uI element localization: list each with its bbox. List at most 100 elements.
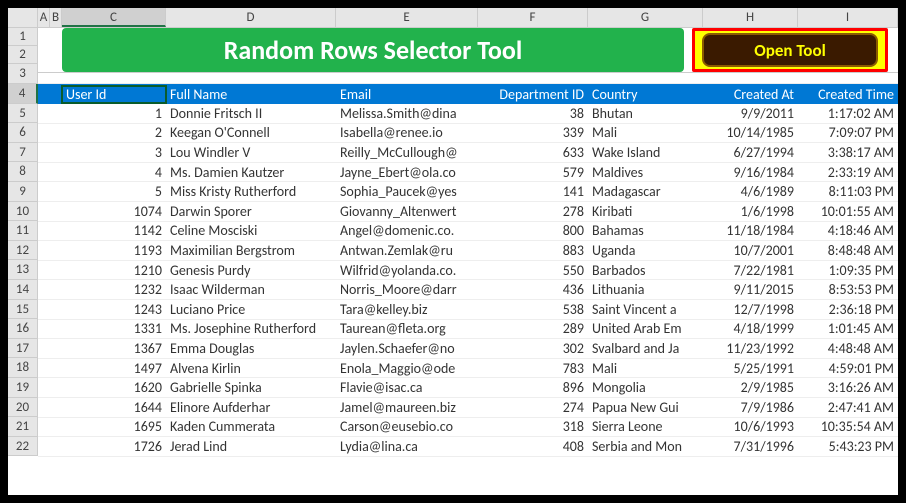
row-header-13[interactable]: 13 (8, 260, 38, 280)
cell-dept[interactable]: 289 (478, 320, 588, 337)
cell-created-time[interactable]: 8:11:03 PM (798, 183, 898, 200)
cell-dept[interactable]: 579 (478, 164, 588, 181)
table-row[interactable]: 2Keegan O'ConnellIsabella@renee.io339Mal… (38, 124, 898, 144)
cell-user-id[interactable]: 1142 (62, 222, 166, 239)
cell-full-name[interactable]: Alvena Kirlin (166, 360, 336, 377)
cell-created-at[interactable]: 2/9/1985 (703, 379, 798, 396)
cell-created-at[interactable]: 10/14/1985 (703, 124, 798, 141)
row-header-15[interactable]: 15 (8, 300, 38, 320)
cell-created-time[interactable]: 8:53:53 PM (798, 281, 898, 298)
col-header-I[interactable]: I (798, 8, 898, 27)
cell-country[interactable]: Lithuania (588, 281, 703, 298)
cell-created-at[interactable]: 4/18/1999 (703, 320, 798, 337)
cell-full-name[interactable]: Ms. Josephine Rutherford (166, 320, 336, 337)
cell-created-time[interactable]: 5:43:23 PM (798, 438, 898, 455)
cell-email[interactable]: Tara@kelley.biz (336, 301, 478, 318)
table-row[interactable]: 4Ms. Damien KautzerJayne_Ebert@ola.co579… (38, 163, 898, 183)
cell-created-at[interactable]: 7/31/1996 (703, 438, 798, 455)
cell-user-id[interactable]: 1331 (62, 320, 166, 337)
cell-full-name[interactable]: Maximilian Bergstrom (166, 242, 336, 259)
cell-country[interactable]: Mali (588, 124, 703, 141)
cell-email[interactable]: Flavie@isac.ca (336, 379, 478, 396)
cell-user-id[interactable]: 1367 (62, 340, 166, 357)
cell-full-name[interactable]: Gabrielle Spinka (166, 379, 336, 396)
table-row[interactable]: 3Lou Windler VReilly_McCullough@633Wake … (38, 143, 898, 163)
cell-email[interactable]: Melissa.Smith@dina (336, 105, 478, 122)
table-row[interactable]: 1142Celine MosciskiAngel@domenic.co.800B… (38, 222, 898, 242)
cell-country[interactable]: Mongolia (588, 379, 703, 396)
cell-created-time[interactable]: 3:38:17 AM (798, 144, 898, 161)
col-header-B[interactable]: B (50, 8, 62, 27)
cell-email[interactable]: Angel@domenic.co. (336, 222, 478, 239)
cell-country[interactable]: Kiribati (588, 203, 703, 220)
cell-country[interactable]: United Arab Em (588, 320, 703, 337)
cell-dept[interactable]: 800 (478, 222, 588, 239)
cell-user-id[interactable]: 1193 (62, 242, 166, 259)
cell-email[interactable]: Carson@eusebio.co (336, 418, 478, 435)
cell-full-name[interactable]: Lou Windler V (166, 144, 336, 161)
header-dept[interactable]: Department ID (478, 86, 588, 103)
cell-user-id[interactable]: 1 (62, 105, 166, 122)
cell-email[interactable]: Enola_Maggio@ode (336, 360, 478, 377)
cell-full-name[interactable]: Emma Douglas (166, 340, 336, 357)
cell-dept[interactable]: 633 (478, 144, 588, 161)
cell-dept[interactable]: 302 (478, 340, 588, 357)
cell-dept[interactable]: 318 (478, 418, 588, 435)
cell-country[interactable]: Mali (588, 360, 703, 377)
cell-dept[interactable]: 783 (478, 360, 588, 377)
cell-created-at[interactable]: 5/25/1991 (703, 360, 798, 377)
cell-full-name[interactable]: Elinore Aufderhar (166, 399, 336, 416)
cell-created-at[interactable]: 7/22/1981 (703, 262, 798, 279)
cell-full-name[interactable]: Celine Mosciski (166, 222, 336, 239)
cell-created-time[interactable]: 2:33:19 AM (798, 164, 898, 181)
header-user-id[interactable]: User Id (62, 86, 166, 103)
cell-created-time[interactable]: 7:09:07 PM (798, 124, 898, 141)
table-row[interactable]: 5Miss Kristy RutherfordSophia_Paucek@yes… (38, 182, 898, 202)
cell-email[interactable]: Jaylen.Schaefer@no (336, 340, 478, 357)
cell-full-name[interactable]: Luciano Price (166, 301, 336, 318)
cell-dept[interactable]: 896 (478, 379, 588, 396)
cell-email[interactable]: Wilfrid@yolanda.co. (336, 262, 478, 279)
cell-country[interactable]: Wake Island (588, 144, 703, 161)
grid[interactable]: Random Rows Selector Tool Open Tool User… (38, 28, 898, 495)
cell-user-id[interactable]: 2 (62, 124, 166, 141)
cell-full-name[interactable]: Isaac Wilderman (166, 281, 336, 298)
cell-created-time[interactable]: 1:01:45 AM (798, 320, 898, 337)
cell-created-time[interactable]: 1:09:35 PM (798, 262, 898, 279)
cell-dept[interactable]: 278 (478, 203, 588, 220)
cell-created-at[interactable]: 6/27/1994 (703, 144, 798, 161)
table-row[interactable]: 1644Elinore AufderharJamel@maureen.biz27… (38, 398, 898, 418)
cell-email[interactable]: Taurean@fleta.org (336, 320, 478, 337)
cell-country[interactable]: Sierra Leone (588, 418, 703, 435)
cell-full-name[interactable]: Keegan O'Connell (166, 124, 336, 141)
cell-user-id[interactable]: 1210 (62, 262, 166, 279)
row-header-12[interactable]: 12 (8, 241, 38, 261)
table-row[interactable]: 1232Isaac WildermanNorris_Moore@darr436L… (38, 280, 898, 300)
cell-full-name[interactable]: Darwin Sporer (166, 203, 336, 220)
cell-dept[interactable]: 436 (478, 281, 588, 298)
cell-user-id[interactable]: 1243 (62, 301, 166, 318)
header-full-name[interactable]: Full Name (166, 86, 336, 103)
row-header-9[interactable]: 9 (8, 182, 38, 202)
cell-email[interactable]: Sophia_Paucek@yes (336, 183, 478, 200)
table-row[interactable]: 1074Darwin SporerGiovanny_Altenwert278Ki… (38, 202, 898, 222)
table-row[interactable]: 1331Ms. Josephine RutherfordTaurean@flet… (38, 320, 898, 340)
cell-created-time[interactable]: 8:48:48 AM (798, 242, 898, 259)
cell-user-id[interactable]: 1620 (62, 379, 166, 396)
row-header-2[interactable]: 2 (8, 46, 38, 64)
select-all-corner[interactable] (8, 8, 38, 27)
cell-user-id[interactable]: 1644 (62, 399, 166, 416)
table-row[interactable]: 1367Emma DouglasJaylen.Schaefer@no302Sva… (38, 339, 898, 359)
table-row[interactable]: 1243Luciano PriceTara@kelley.biz538Saint… (38, 300, 898, 320)
row-header-11[interactable]: 11 (8, 221, 38, 241)
cell-dept[interactable]: 408 (478, 438, 588, 455)
row-header-20[interactable]: 20 (8, 398, 38, 418)
cell-email[interactable]: Giovanny_Altenwert (336, 203, 478, 220)
cell-created-at[interactable]: 10/6/1993 (703, 418, 798, 435)
row-header-5[interactable]: 5 (8, 104, 38, 124)
cell-created-at[interactable]: 11/18/1984 (703, 222, 798, 239)
cell-full-name[interactable]: Kaden Cummerata (166, 418, 336, 435)
row-header-19[interactable]: 19 (8, 378, 38, 398)
cell-country[interactable]: Papua New Gui (588, 399, 703, 416)
row-header-21[interactable]: 21 (8, 417, 38, 437)
